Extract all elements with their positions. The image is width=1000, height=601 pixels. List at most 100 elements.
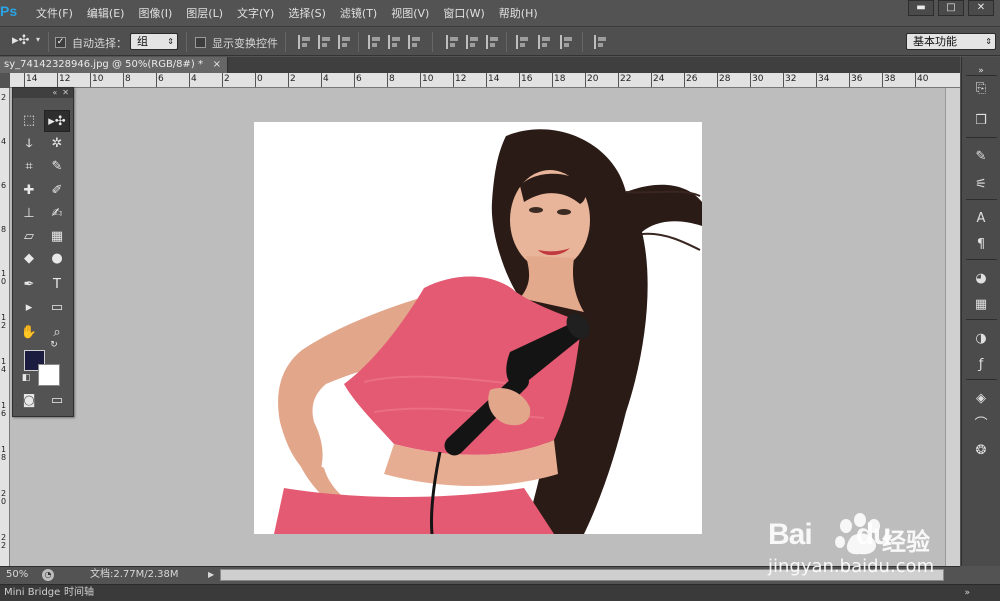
distribute-hcenter-icon[interactable] <box>538 35 552 49</box>
crop-tool-icon[interactable]: ⌗ <box>16 156 42 178</box>
lasso-tool-icon[interactable]: ↆ <box>16 133 42 155</box>
document-image[interactable] <box>254 122 702 534</box>
minimize-button[interactable]: ▬ <box>908 0 934 16</box>
background-color-swatch[interactable] <box>38 364 60 386</box>
move-tool-preset-icon[interactable]: ▸✣ <box>12 33 29 48</box>
default-colors-icon[interactable]: ◧ <box>19 371 33 385</box>
rectangle-tool-icon[interactable]: ▭ <box>44 297 70 319</box>
adjustments-panel-icon[interactable]: ◑ <box>971 329 991 349</box>
pen-tool-icon[interactable]: ✒ <box>16 274 42 296</box>
ruler-tick <box>255 73 256 87</box>
tool-preset-dropdown-icon[interactable]: ▾ <box>36 35 40 44</box>
auto-select-value: 组 <box>137 35 148 48</box>
vertical-scrollbar[interactable] <box>945 88 960 566</box>
ruler-tick-label: 8 <box>389 74 395 84</box>
dodge-tool-icon[interactable]: ● <box>44 248 70 270</box>
maximize-button[interactable]: □ <box>938 0 964 16</box>
collapse-panel-icon[interactable]: » <box>964 585 970 601</box>
channels-panel-icon[interactable]: ❂ <box>971 441 991 461</box>
workspace-dropdown[interactable]: 基本功能 ⇕ <box>906 33 996 50</box>
status-menu-arrow-icon[interactable]: ▶ <box>208 567 214 583</box>
divider <box>966 379 997 380</box>
canvas-area[interactable] <box>10 88 960 566</box>
menu-window[interactable]: 窗口(W) <box>443 5 484 21</box>
tab-timeline[interactable]: 时间轴 <box>60 585 98 601</box>
color-panel-icon[interactable]: ◕ <box>971 269 991 289</box>
align-bottom-icon[interactable] <box>338 35 352 49</box>
distribute-left-icon[interactable] <box>516 35 530 49</box>
eraser-tool-icon[interactable]: ▱ <box>16 226 42 248</box>
move-tool-icon[interactable]: ▸✣ <box>44 110 70 132</box>
quick-mask-icon[interactable]: ◙ <box>16 390 42 412</box>
ruler-tick-label: 18 <box>554 74 566 84</box>
ruler-tick-label: 10 <box>92 74 104 84</box>
chevron-updown-icon: ⇕ <box>167 37 174 46</box>
align-top-icon[interactable] <box>298 35 312 49</box>
screen-mode-icon[interactable]: ▭ <box>44 390 70 412</box>
align-right-icon[interactable] <box>408 35 422 49</box>
workspace-value: 基本功能 <box>913 35 957 48</box>
status-info-icon[interactable]: ◔ <box>42 569 54 581</box>
healing-brush-tool-icon[interactable]: ✚ <box>16 180 42 202</box>
ruler-tick-label: 34 <box>818 74 830 84</box>
menu-view[interactable]: 视图(V) <box>391 5 429 21</box>
ruler-tick <box>519 73 520 87</box>
menu-select[interactable]: 选择(S) <box>288 5 326 21</box>
clone-stamp-tool-icon[interactable]: ⊥ <box>16 203 42 225</box>
auto-align-layers-icon[interactable] <box>594 35 608 49</box>
document-tab[interactable]: sy_74142328946.jpg @ 50%(RGB/8#) * × <box>0 57 228 73</box>
ruler-tick-label: 6 <box>1 181 7 190</box>
document-tab-title: sy_74142328946.jpg @ 50%(RGB/8#) * <box>4 59 203 70</box>
layers-panel-icon[interactable]: ◈ <box>971 389 991 409</box>
swap-colors-icon[interactable]: ↻ <box>47 338 61 352</box>
menu-file[interactable]: 文件(F) <box>36 5 73 21</box>
brush-tool-icon[interactable]: ✐ <box>44 180 70 202</box>
distribute-right-icon[interactable] <box>560 35 574 49</box>
character-panel-icon[interactable]: A <box>971 209 991 229</box>
divider <box>506 32 507 52</box>
menu-filter[interactable]: 滤镜(T) <box>340 5 377 21</box>
3d-panel-icon[interactable]: ❒ <box>971 111 991 131</box>
ruler-tick-label: 14 <box>26 74 38 84</box>
magic-wand-tool-icon[interactable]: ✲ <box>44 133 70 155</box>
menu-edit[interactable]: 编辑(E) <box>87 5 125 21</box>
brush-presets-panel-icon[interactable]: ⚟ <box>971 175 991 195</box>
show-transform-checkbox[interactable] <box>195 35 206 48</box>
auto-select-checkbox[interactable]: ✓ <box>55 35 66 48</box>
blur-tool-icon[interactable]: ◆ <box>16 248 42 270</box>
ruler-tick <box>618 73 619 87</box>
zoom-level[interactable]: 50% <box>6 567 28 583</box>
close-button[interactable]: ✕ <box>968 0 994 16</box>
menu-help[interactable]: 帮助(H) <box>499 5 538 21</box>
paths-panel-icon[interactable]: ⌒ <box>971 415 991 435</box>
distribute-top-icon[interactable] <box>446 35 460 49</box>
menu-layer[interactable]: 图层(L) <box>186 5 223 21</box>
auto-select-dropdown[interactable]: 组 ⇕ <box>130 33 178 50</box>
collapse-panels-icon[interactable]: » <box>971 61 991 81</box>
baidu-brand-text: Bai du <box>768 518 891 551</box>
history-panel-icon[interactable]: ⎘ <box>971 79 991 99</box>
history-brush-tool-icon[interactable]: ✍ <box>44 203 70 225</box>
hand-tool-icon[interactable]: ✋ <box>16 322 42 344</box>
marquee-tool-icon[interactable]: ⬚ <box>16 110 42 132</box>
paragraph-panel-icon[interactable]: ¶ <box>971 235 991 255</box>
menu-type[interactable]: 文字(Y) <box>237 5 274 21</box>
ruler-tick-label: 10 <box>422 74 434 84</box>
styles-panel-icon[interactable]: ƒ <box>971 355 991 375</box>
align-left-icon[interactable] <box>368 35 382 49</box>
distribute-vcenter-icon[interactable] <box>466 35 480 49</box>
close-tab-icon[interactable]: × <box>213 57 221 73</box>
tools-panel-header[interactable]: « ✕ <box>13 88 73 98</box>
eyedropper-tool-icon[interactable]: ✎ <box>44 156 70 178</box>
align-hcenter-icon[interactable] <box>388 35 402 49</box>
type-tool-icon[interactable]: T <box>44 274 70 296</box>
align-vcenter-icon[interactable] <box>318 35 332 49</box>
gradient-tool-icon[interactable]: ▦ <box>44 226 70 248</box>
brush-panel-icon[interactable]: ✎ <box>971 147 991 167</box>
bottom-panel-bar: Mini Bridge 时间轴 » <box>0 584 1000 601</box>
path-selection-tool-icon[interactable]: ▸ <box>16 297 42 319</box>
distribute-bottom-icon[interactable] <box>486 35 500 49</box>
tab-mini-bridge[interactable]: Mini Bridge <box>0 585 64 601</box>
swatches-panel-icon[interactable]: ▦ <box>971 295 991 315</box>
menu-image[interactable]: 图像(I) <box>138 5 172 21</box>
